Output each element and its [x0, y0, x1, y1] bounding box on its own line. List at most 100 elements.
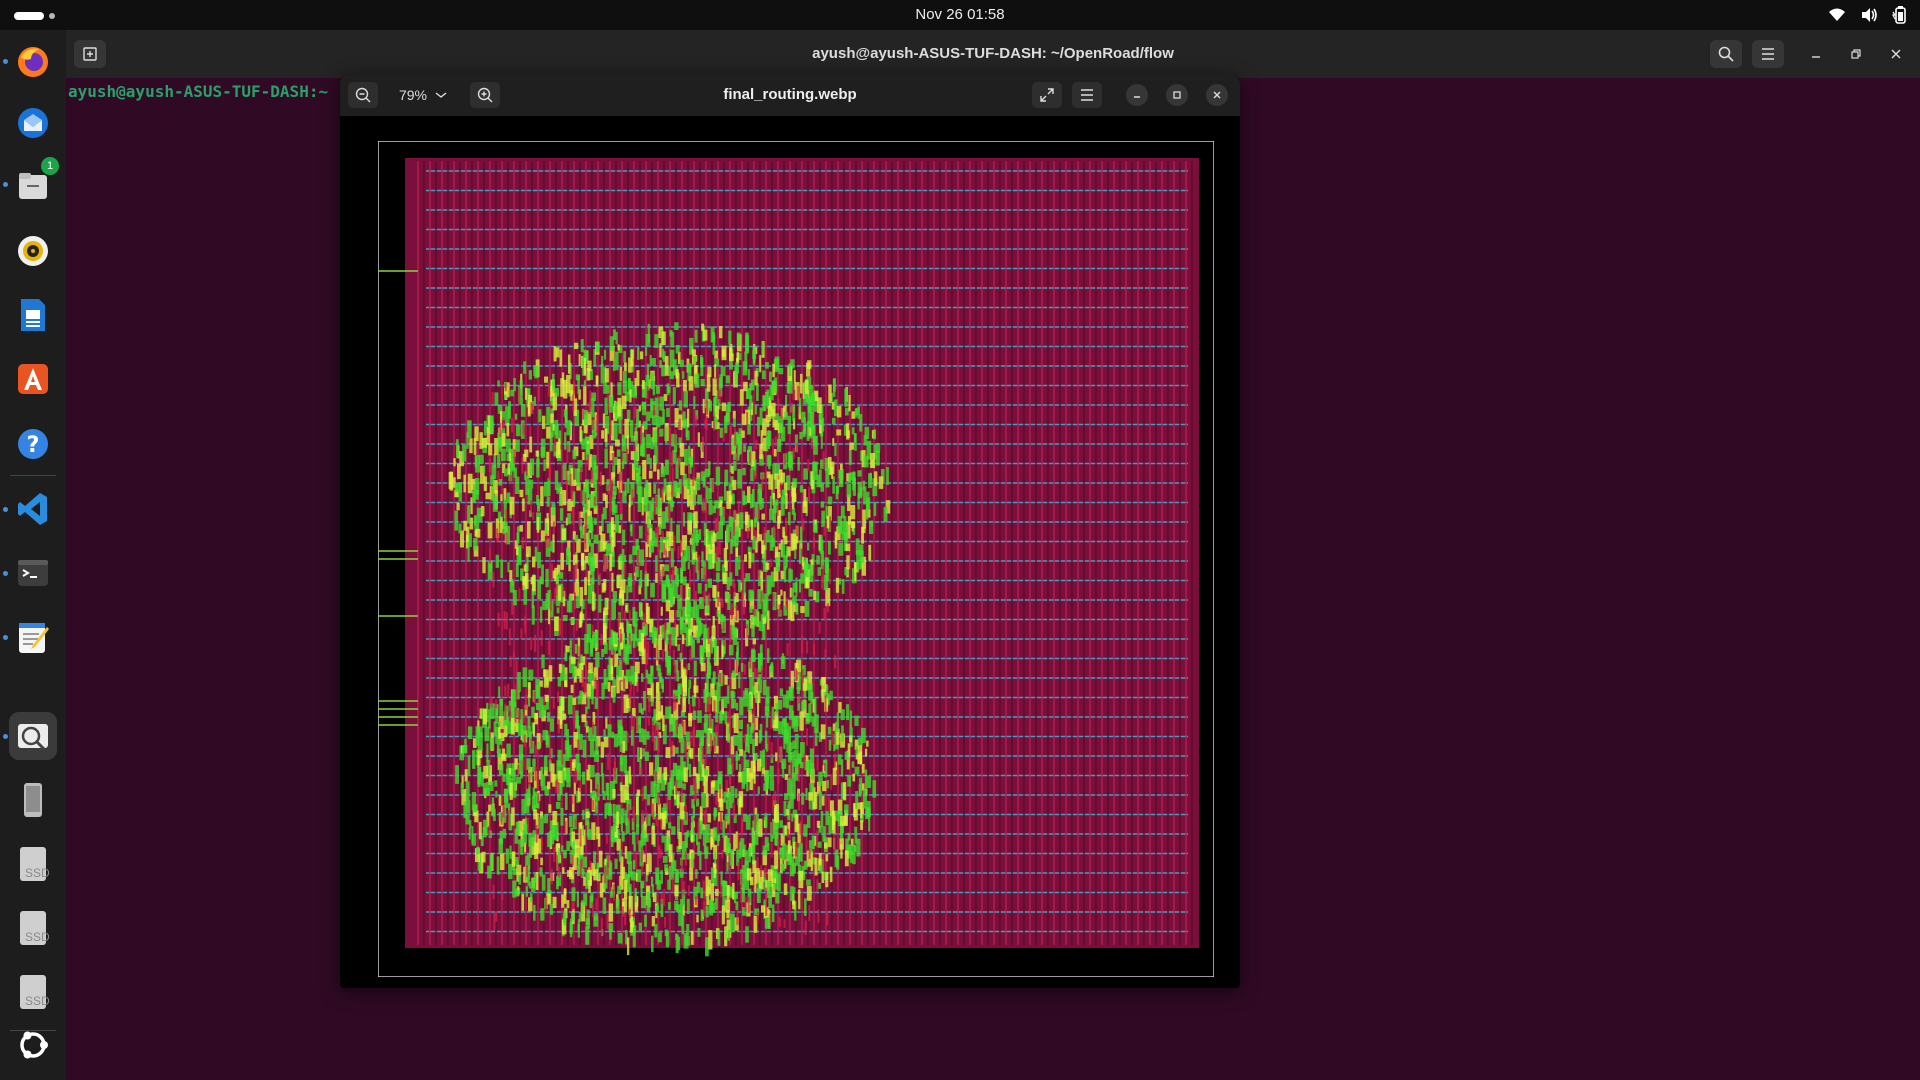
- dock-removable-drive[interactable]: [9, 776, 57, 824]
- cell-wire: [672, 387, 676, 405]
- cell-wire: [530, 500, 533, 513]
- viewer-menu-button[interactable]: [1072, 82, 1102, 108]
- cell-wire: [611, 600, 617, 620]
- cell-wire: [778, 917, 781, 928]
- cell-wire: [767, 842, 770, 851]
- cell-wire: [829, 516, 832, 531]
- dock-thunderbird[interactable]: [9, 98, 57, 146]
- cell-wire: [615, 351, 619, 371]
- cell-wire: [587, 454, 590, 468]
- cell-wire: [802, 501, 808, 514]
- minimize-button[interactable]: [1800, 40, 1832, 68]
- restore-button[interactable]: [1840, 40, 1872, 68]
- dock-image-viewer[interactable]: [9, 712, 57, 760]
- cell-wire: [698, 555, 701, 574]
- cell-wire: [801, 792, 805, 805]
- cell-wire: [674, 900, 679, 911]
- cell-wire: [592, 722, 595, 735]
- cell-wire: [726, 792, 731, 802]
- cell-wire: [684, 740, 687, 751]
- cell-wire: [569, 918, 573, 938]
- cell-wire: [491, 421, 494, 433]
- cell-wire: [726, 527, 729, 544]
- cell-wire: [756, 668, 759, 678]
- cell-wire: [752, 350, 757, 360]
- cell-wire: [588, 727, 593, 741]
- cell-wire: [712, 585, 717, 598]
- cell-wire: [491, 464, 497, 480]
- cell-wire: [883, 506, 888, 522]
- cell-wire: [726, 577, 730, 591]
- cell-wire: [586, 909, 590, 929]
- cell-wire: [603, 349, 607, 360]
- viewer-minimize-button[interactable]: [1126, 84, 1148, 106]
- dock-ssd-3[interactable]: SSD: [9, 968, 57, 1016]
- dock-vscode[interactable]: [9, 485, 57, 533]
- cell-wire: [617, 932, 623, 944]
- cell-wire: [648, 762, 654, 776]
- svg-text:?: ?: [27, 433, 40, 458]
- cell-wire: [502, 418, 505, 430]
- cell-wire: [675, 344, 680, 354]
- terminal-prompt[interactable]: ayush@ayush-ASUS-TUF-DASH:~: [68, 82, 328, 101]
- cell-wire: [806, 421, 810, 441]
- dock-firefox[interactable]: [9, 37, 57, 85]
- dock-terminal[interactable]: [9, 549, 57, 597]
- cell-wire: [659, 625, 662, 636]
- system-tray[interactable]: [1828, 6, 1908, 24]
- cell-wire: [607, 854, 610, 869]
- cell-wire: [646, 527, 649, 545]
- cell-wire: [719, 798, 724, 811]
- dock-rhythmbox[interactable]: [9, 226, 57, 274]
- menu-button[interactable]: [1752, 40, 1784, 68]
- cell-wire: [716, 610, 720, 617]
- cell-wire: [766, 389, 770, 409]
- cell-wire: [650, 699, 654, 707]
- dock-show-apps[interactable]: [9, 1020, 57, 1068]
- cell-wire: [801, 636, 804, 654]
- dock-ssd-2[interactable]: SSD: [9, 904, 57, 952]
- running-indicator: [3, 635, 8, 640]
- viewer-close-button[interactable]: [1206, 84, 1228, 106]
- dock-ssd-1[interactable]: SSD: [9, 840, 57, 888]
- cell-wire: [688, 487, 692, 495]
- cell-wire: [723, 507, 726, 517]
- clock[interactable]: Nov 26 01:58: [0, 6, 1920, 23]
- cell-wire: [739, 749, 744, 756]
- close-button[interactable]: [1880, 40, 1912, 68]
- cell-wire: [722, 673, 725, 685]
- cell-wire: [744, 554, 748, 562]
- dock-libreoffice-writer[interactable]: [9, 291, 57, 339]
- dock-app-center[interactable]: [9, 355, 57, 403]
- cell-wire: [550, 563, 553, 581]
- cell-wire: [737, 833, 740, 850]
- cell-wire: [711, 780, 716, 788]
- cell-wire: [558, 572, 564, 579]
- cell-wire: [648, 677, 654, 685]
- dock-help[interactable]: ?: [9, 419, 57, 467]
- cell-wire: [680, 859, 683, 872]
- cell-wire: [607, 484, 610, 495]
- cell-wire: [836, 405, 842, 418]
- cell-wire: [600, 533, 606, 552]
- cell-wire: [654, 770, 657, 781]
- cell-wire: [769, 779, 775, 791]
- cell-wire: [543, 459, 546, 472]
- cell-wire: [579, 611, 583, 627]
- cell-wire: [834, 655, 837, 669]
- cell-wire: [626, 851, 632, 864]
- dock-files[interactable]: 1: [9, 157, 59, 209]
- cell-wire: [752, 672, 755, 679]
- fullscreen-button[interactable]: [1032, 82, 1062, 108]
- search-button[interactable]: [1710, 40, 1742, 68]
- viewer-maximize-button[interactable]: [1166, 84, 1188, 106]
- cell-wire: [565, 547, 571, 565]
- cell-wire: [636, 475, 642, 495]
- cell-wire: [621, 395, 627, 410]
- cell-wire: [660, 705, 664, 716]
- cell-wire: [763, 527, 766, 545]
- routing-layout-image[interactable]: [378, 141, 1214, 977]
- cell-wire: [761, 513, 765, 520]
- cell-wire: [546, 451, 550, 469]
- dock-text-editor[interactable]: [9, 613, 57, 661]
